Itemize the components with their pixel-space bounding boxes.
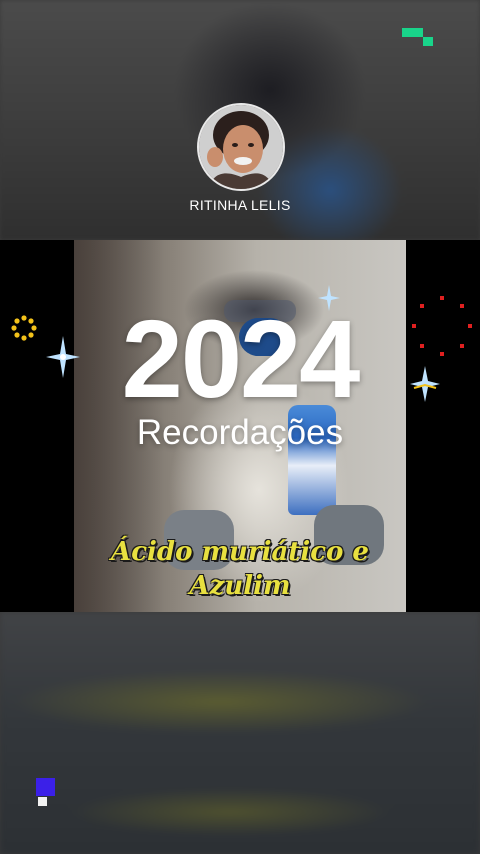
subtitle: Recordações — [136, 413, 344, 452]
caption-line-1: Ácido muriático e — [111, 537, 369, 567]
avatar[interactable] — [197, 103, 285, 191]
caption-line-2: Azulim — [189, 571, 291, 601]
caption: Ácido muriático e Azulim — [74, 535, 406, 603]
year-title: 2024 — [121, 298, 361, 421]
avatar-photo — [199, 105, 283, 189]
blurred-background-bottom — [0, 612, 480, 854]
profile-name[interactable]: RITINHA LELIS — [140, 197, 340, 213]
pixel-logo-icon — [402, 28, 434, 48]
firework-icon — [11, 315, 37, 341]
sparkle-icon — [410, 366, 440, 402]
firework-icon — [412, 296, 472, 356]
pixel-badge-icon — [36, 778, 58, 808]
